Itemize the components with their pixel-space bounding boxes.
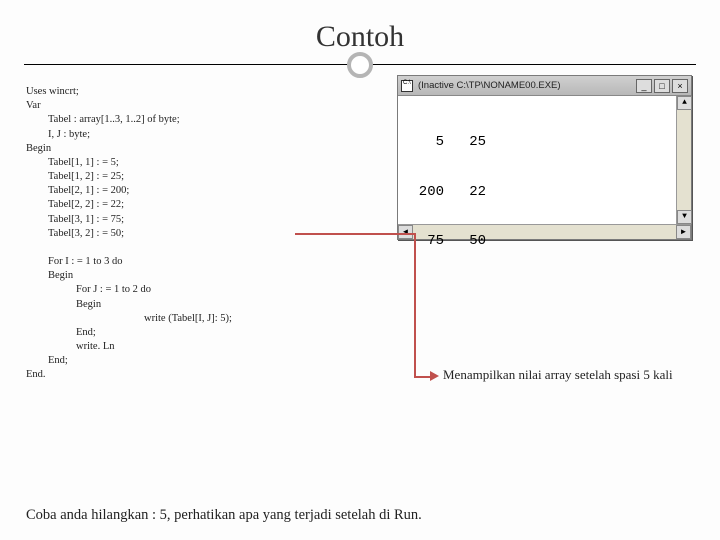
console-row: 200 22 bbox=[402, 184, 687, 202]
callout-line bbox=[295, 233, 415, 235]
console-row: 75 50 bbox=[402, 233, 687, 251]
console-titlebar: (Inactive C:\TP\NONAME00.EXE) _ □ × bbox=[398, 76, 691, 96]
code-line: Tabel[2, 1] : = 200; bbox=[26, 184, 366, 198]
code-line: Tabel[1, 2] : = 25; bbox=[26, 170, 366, 184]
code-line: For J : = 1 to 2 do bbox=[26, 283, 366, 297]
callout-line bbox=[414, 233, 416, 376]
footer-note: Coba anda hilangkan : 5, perhatikan apa … bbox=[26, 507, 422, 524]
code-line: Begin bbox=[26, 269, 366, 283]
code-line: I, J : byte; bbox=[26, 128, 366, 142]
code-line bbox=[26, 241, 366, 255]
arrow-right-icon bbox=[430, 371, 439, 381]
code-line: Var bbox=[26, 99, 366, 113]
close-button[interactable]: × bbox=[672, 79, 688, 93]
code-line: End; bbox=[26, 354, 366, 368]
console-body: 5 25 200 22 75 50 ▲ ▼ bbox=[398, 96, 691, 224]
code-line: For I : = 1 to 3 do bbox=[26, 255, 366, 269]
code-line: Uses wincrt; bbox=[26, 85, 366, 99]
window-buttons: _ □ × bbox=[636, 79, 688, 93]
code-line: End; bbox=[26, 326, 366, 340]
code-line: Tabel[3, 1] : = 75; bbox=[26, 213, 366, 227]
callout-caption: Menampilkan nilai array setelah spasi 5 … bbox=[443, 367, 673, 383]
code-line: Tabel[1, 1] : = 5; bbox=[26, 156, 366, 170]
console-row: 5 25 bbox=[402, 134, 687, 152]
maximize-button[interactable]: □ bbox=[654, 79, 670, 93]
minimize-button[interactable]: _ bbox=[636, 79, 652, 93]
code-line: write (Tabel[I, J]: 5); bbox=[26, 312, 366, 326]
code-line: Begin bbox=[26, 142, 366, 156]
code-line: Tabel[2, 2] : = 22; bbox=[26, 198, 366, 212]
vertical-scrollbar[interactable]: ▲ ▼ bbox=[676, 96, 691, 224]
code-line: write. Ln bbox=[26, 340, 366, 354]
scroll-up-icon[interactable]: ▲ bbox=[677, 96, 692, 110]
code-line: End. bbox=[26, 368, 366, 382]
app-icon bbox=[401, 80, 413, 92]
console-window: (Inactive C:\TP\NONAME00.EXE) _ □ × 5 25… bbox=[397, 75, 692, 240]
scroll-down-icon[interactable]: ▼ bbox=[677, 210, 692, 224]
console-title: (Inactive C:\TP\NONAME00.EXE) bbox=[418, 80, 636, 91]
scroll-track[interactable] bbox=[677, 110, 691, 210]
code-line: Begin bbox=[26, 298, 366, 312]
content-area: Uses wincrt;VarTabel : array[1..3, 1..2]… bbox=[0, 65, 720, 383]
code-line: Tabel : array[1..3, 1..2] of byte; bbox=[26, 113, 366, 127]
